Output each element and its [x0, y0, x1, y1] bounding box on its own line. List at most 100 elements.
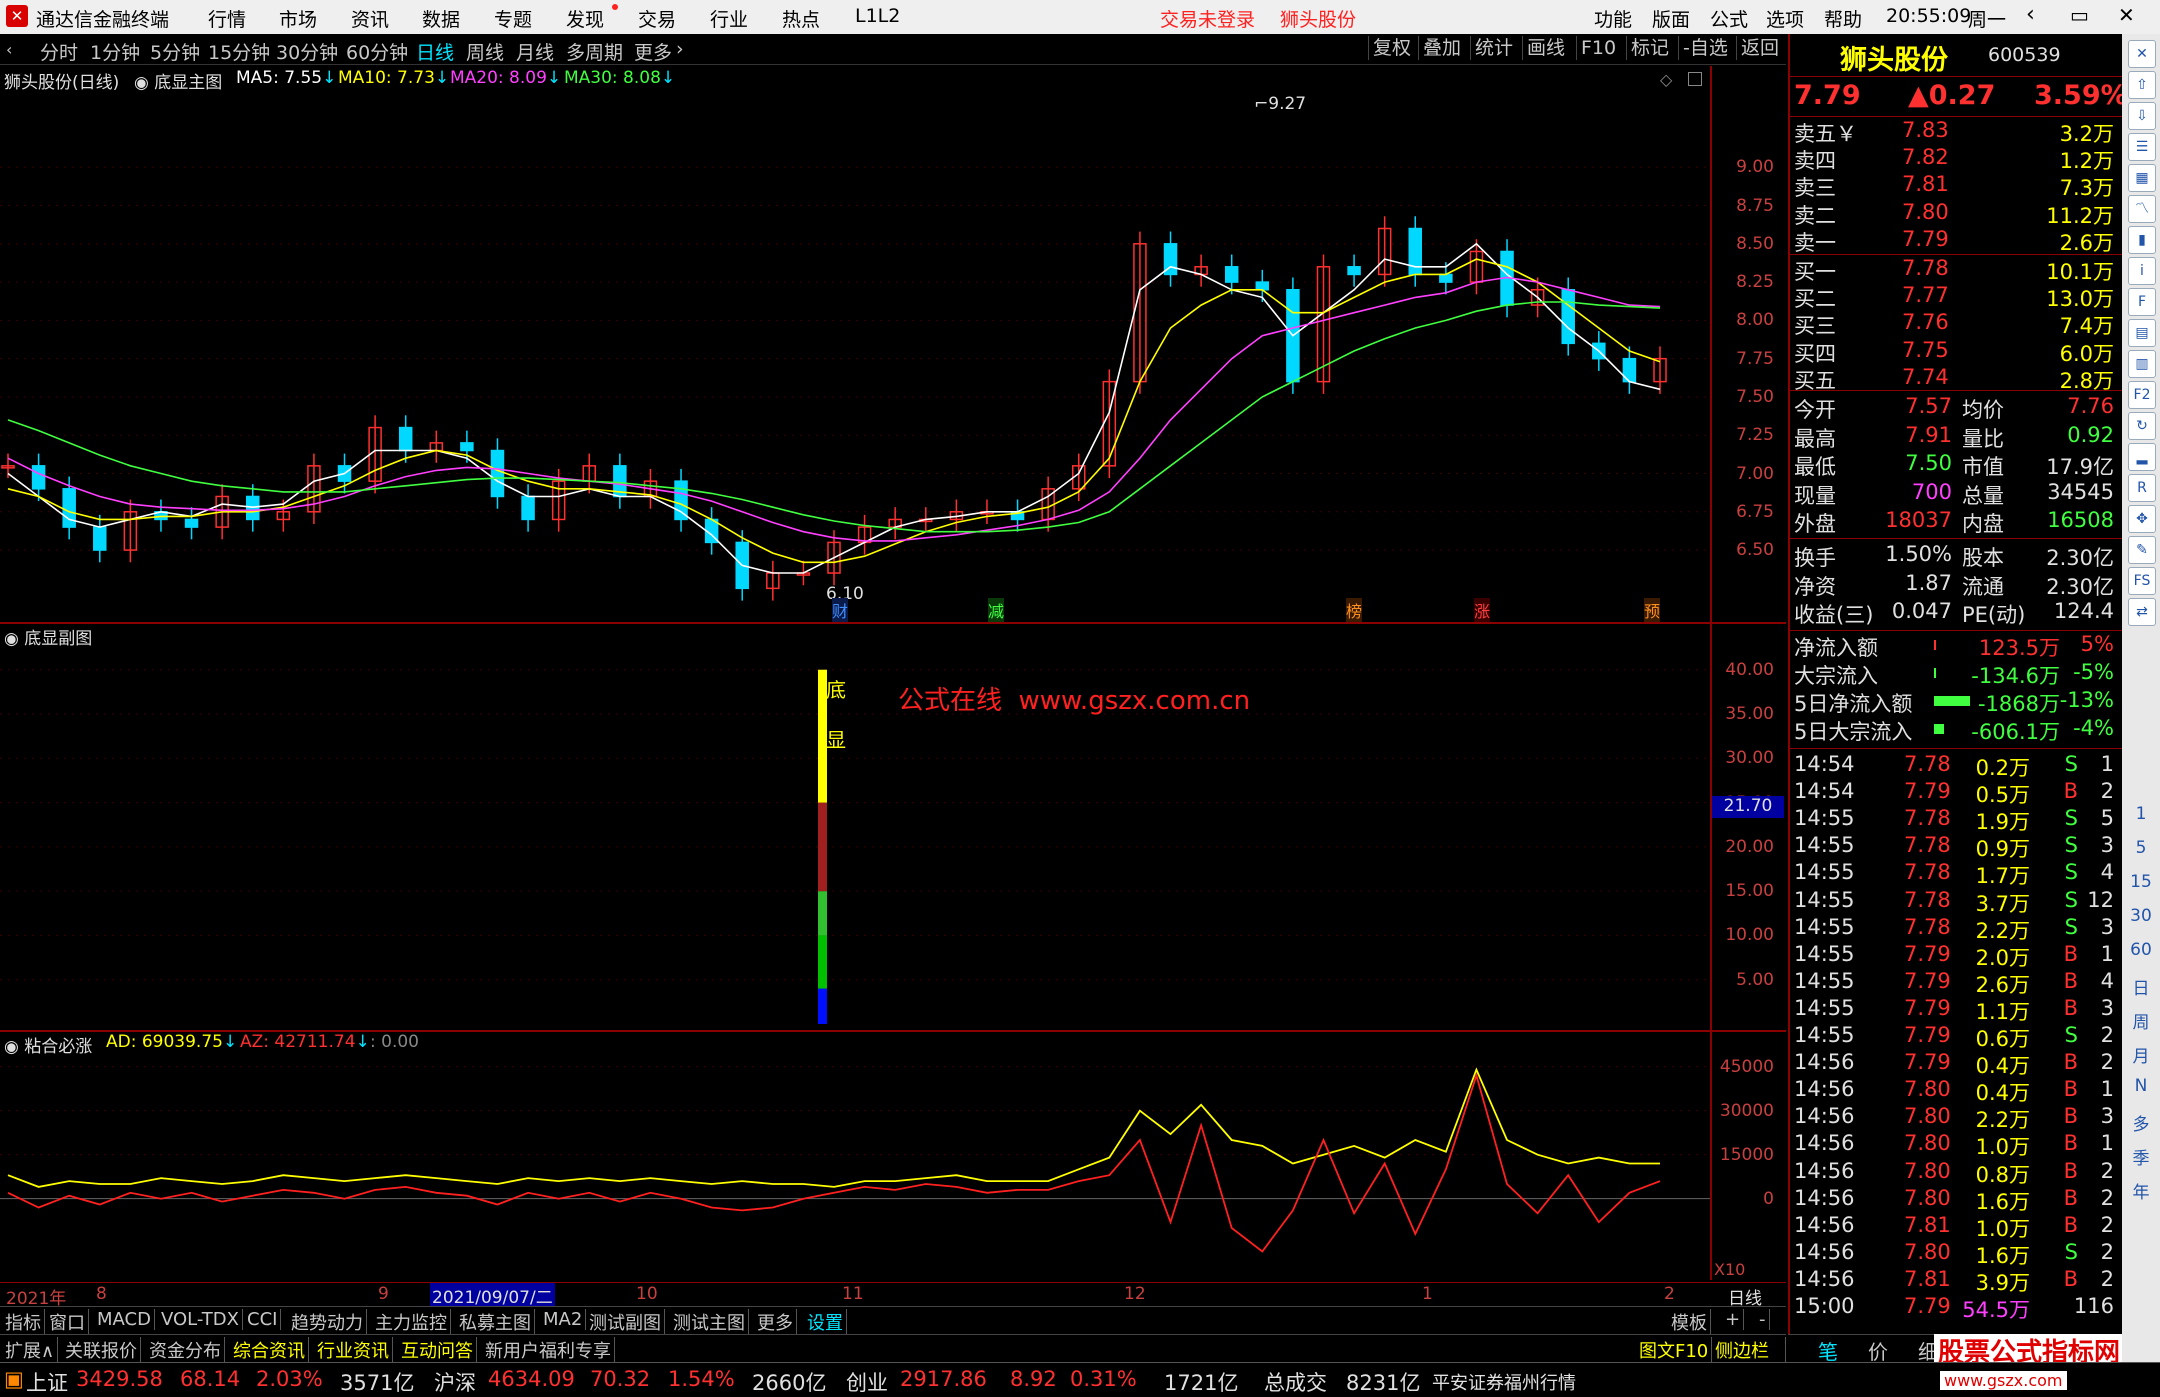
tab-qa[interactable]: 互动问答	[398, 1337, 477, 1363]
f10-icon[interactable]: F	[2128, 288, 2156, 316]
tab-indicator[interactable]: 指标	[2, 1309, 45, 1335]
orderbook-row[interactable]: 卖一 7.79 2.6万	[1794, 227, 2118, 255]
add-window-button[interactable]: +	[1722, 1309, 1745, 1330]
move-icon[interactable]: ✥	[2128, 505, 2156, 533]
period-intraday[interactable]: 分时	[40, 38, 78, 65]
period-more-chevron-icon[interactable]: ›	[676, 38, 684, 60]
period-shortcut[interactable]: 60	[2122, 940, 2160, 960]
line-chart-icon[interactable]: 〽	[2128, 195, 2156, 223]
bar-icon[interactable]: ▂	[2128, 443, 2156, 471]
template-button[interactable]: 模板	[1668, 1309, 1711, 1335]
period-60min[interactable]: 60分钟	[346, 38, 408, 65]
period-shortcut[interactable]: 日	[2122, 974, 2160, 999]
event-marker-forecast[interactable]: 预	[1644, 598, 1661, 622]
menu-item-data[interactable]: 数据	[422, 5, 460, 32]
remove-watchlist-button[interactable]: -自选	[1678, 36, 1732, 60]
menu-item-market[interactable]: 市场	[279, 5, 317, 32]
panel-tab-tick[interactable]: 笔	[1818, 1336, 1838, 1365]
period-daily[interactable]: 日线	[416, 38, 454, 65]
period-shortcut[interactable]: 1	[2122, 804, 2160, 824]
tab-test-main[interactable]: 测试主图	[670, 1309, 749, 1335]
graphic-f10-button[interactable]: 图文F10	[1636, 1337, 1713, 1363]
prev-arrow-icon[interactable]: ‹	[6, 40, 12, 59]
menu-item-formula[interactable]: 公式	[1710, 5, 1748, 32]
panel-tab-price[interactable]: 价	[1868, 1336, 1888, 1365]
menu-item-hot[interactable]: 热点	[782, 5, 820, 32]
period-multi[interactable]: 多周期	[566, 38, 623, 65]
period-more[interactable]: 更多	[634, 38, 672, 65]
period-5min[interactable]: 5分钟	[150, 38, 200, 65]
candle-icon[interactable]: ▮	[2128, 226, 2156, 254]
period-shortcut[interactable]: 15	[2122, 872, 2160, 892]
report-icon[interactable]: ▤	[2128, 319, 2156, 347]
refresh-icon[interactable]: ↻	[2128, 412, 2156, 440]
main-chart-panel[interactable]: 狮头股份(日线) ◉ 底显主图 MA5: 7.55↓ MA10: 7.73↓ M…	[0, 66, 1786, 624]
remove-window-button[interactable]: -	[1756, 1309, 1770, 1330]
adjust-button[interactable]: 复权	[1368, 36, 1415, 60]
period-weekly[interactable]: 周线	[466, 38, 504, 65]
sh-index-name[interactable]: 上证	[26, 1367, 68, 1397]
tab-expand[interactable]: 扩展∧	[2, 1337, 59, 1363]
tab-cci[interactable]: CCI	[244, 1309, 282, 1330]
period-shortcut[interactable]: 30	[2122, 906, 2160, 926]
event-marker-limit-up[interactable]: 涨	[1474, 598, 1491, 622]
tab-new-user[interactable]: 新用户福利专享	[482, 1337, 615, 1363]
fs-icon[interactable]: FS	[2128, 567, 2156, 595]
orderbook-row[interactable]: 买五 7.74 2.8万	[1794, 365, 2118, 393]
tick-list[interactable]: 14:54 7.78 0.2万 S 1 14:54 7.79 0.5万 B 2 14:55 7.78 1…	[1790, 752, 2122, 1352]
tab-more[interactable]: 更多	[754, 1309, 797, 1335]
tab-trend-power[interactable]: 趋势动力	[288, 1309, 367, 1335]
tab-settings[interactable]: 设置	[804, 1309, 847, 1335]
grid-icon[interactable]: ▦	[2128, 164, 2156, 192]
stats-button[interactable]: 统计	[1470, 36, 1517, 60]
period-shortcut[interactable]: 5	[2122, 838, 2160, 858]
candlestick-chart[interactable]	[0, 66, 1710, 622]
tab-fund-distribution[interactable]: 资金分布	[146, 1337, 225, 1363]
orderbook-row[interactable]: 卖四 7.82 1.2万	[1794, 145, 2118, 173]
period-monthly[interactable]: 月线	[516, 38, 554, 65]
menu-item-help[interactable]: 帮助	[1824, 5, 1862, 32]
bottom-indicator-chart[interactable]	[0, 624, 1710, 1030]
hs-index-name[interactable]: 沪深	[434, 1367, 476, 1397]
tab-related-quotes[interactable]: 关联报价	[62, 1337, 141, 1363]
tab-macd[interactable]: MACD	[94, 1309, 155, 1330]
event-marker-list[interactable]: 榜	[1346, 598, 1363, 622]
period-30min[interactable]: 30分钟	[276, 38, 338, 65]
menu-item-industry[interactable]: 行业	[710, 5, 748, 32]
pen-icon[interactable]: ✎	[2128, 536, 2156, 564]
back-icon[interactable]: ‹	[2026, 2, 2035, 27]
orderbook-row[interactable]: 买四 7.75 6.0万	[1794, 338, 2118, 366]
period-shortcut[interactable]: 多	[2122, 1110, 2160, 1135]
sub-chart2-panel[interactable]: ◉ 粘合必涨 AD: 69039.75↓ AZ: 42711.74↓ : 0.0…	[0, 1032, 1786, 1280]
info-icon[interactable]: i	[2128, 257, 2156, 285]
adhesion-indicator-chart[interactable]	[0, 1032, 1710, 1280]
menu-item-topics[interactable]: 专题	[494, 5, 532, 32]
orderbook-row[interactable]: 卖二 7.80 11.2万	[1794, 200, 2118, 228]
close-icon[interactable]: ✕	[2128, 40, 2156, 68]
close-window-icon[interactable]: ✕	[2118, 3, 2135, 27]
menu-item-function[interactable]: 功能	[1594, 5, 1632, 32]
event-marker-earnings[interactable]: 财	[832, 598, 849, 622]
menu-item-layout[interactable]: 版面	[1652, 5, 1690, 32]
orderbook-row[interactable]: 卖五￥ 7.83 3.2万	[1794, 118, 2118, 146]
tab-private-main[interactable]: 私募主图	[456, 1309, 535, 1335]
period-shortcut[interactable]: 周	[2122, 1008, 2160, 1033]
menu-item-trade[interactable]: 交易	[638, 5, 676, 32]
period-15min[interactable]: 15分钟	[208, 38, 270, 65]
orderbook-row[interactable]: 买二 7.77 13.0万	[1794, 283, 2118, 311]
status-menu-icon[interactable]: ▣	[4, 1367, 24, 1391]
back-button[interactable]: 返回	[1736, 36, 1783, 60]
menu-item-options[interactable]: 选项	[1766, 5, 1804, 32]
restore-window-icon[interactable]: ▭	[2070, 3, 2089, 27]
login-status[interactable]: 交易未登录	[1160, 5, 1255, 32]
down-icon[interactable]: ⇩	[2128, 102, 2156, 130]
tab-main-monitor[interactable]: 主力监控	[372, 1309, 451, 1335]
period-shortcut[interactable]: 季	[2122, 1144, 2160, 1169]
draw-line-button[interactable]: 画线	[1522, 36, 1569, 60]
event-marker-reduce[interactable]: 减	[988, 598, 1005, 622]
swap-icon[interactable]: ⇄	[2128, 598, 2156, 626]
orderbook-row[interactable]: 卖三 7.81 7.3万	[1794, 172, 2118, 200]
tab-window[interactable]: 窗口	[46, 1309, 89, 1335]
cy-index-name[interactable]: 创业	[846, 1367, 888, 1397]
mark-button[interactable]: 标记	[1626, 36, 1673, 60]
